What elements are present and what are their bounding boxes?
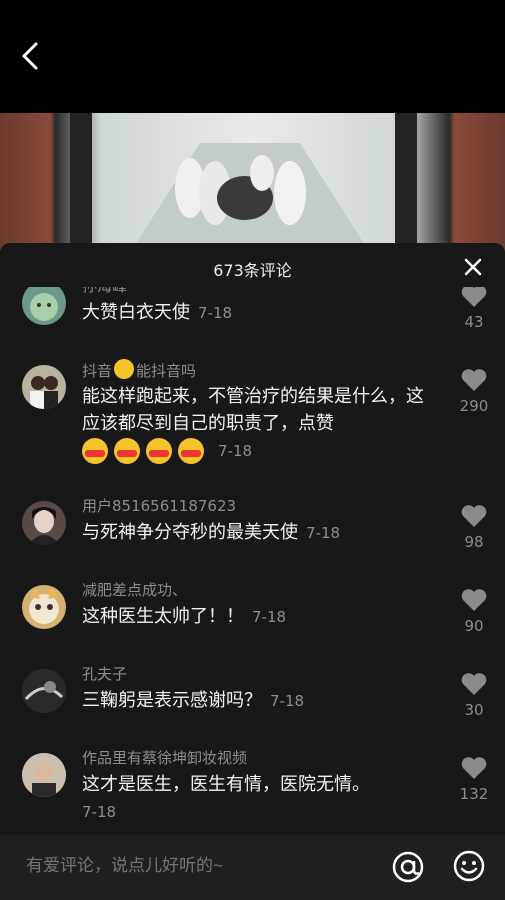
comment-date: 7-18 (218, 442, 253, 460)
like-button[interactable]: 43 (452, 287, 496, 331)
comment-body: 与死神争分夺秒的最美天使 (82, 522, 298, 543)
cheer-emoji-icon (146, 438, 172, 464)
video-frame[interactable] (0, 113, 505, 253)
comment-body: 这才是医生，医生有情，医院无情。 (82, 774, 370, 795)
top-bar (0, 0, 505, 113)
comment-list[interactable]: 孙海峰 大赞白衣天使 7-18 43 抖音能抖音吗 能这样跑起来，不管治疗的结果是… (0, 287, 505, 835)
smile-emoji-icon (114, 359, 135, 379)
comment-text: 三鞠躬是表示感谢吗？ 7-18 (82, 687, 432, 715)
avatar[interactable] (22, 365, 66, 409)
like-count: 290 (459, 397, 489, 415)
close-button[interactable] (461, 255, 485, 279)
comments-count-title: 673条评论 (213, 261, 292, 280)
comment-text: 与死神争分夺秒的最美天使 7-18 (82, 519, 442, 547)
at-icon (392, 851, 424, 883)
back-button[interactable] (14, 38, 50, 74)
comment-body: 这种医生太帅了！！ (82, 606, 244, 627)
like-button[interactable]: 290 (452, 367, 496, 415)
mention-button[interactable] (390, 849, 426, 885)
like-count: 98 (464, 533, 484, 551)
avatar[interactable] (22, 669, 66, 713)
cheer-emoji-icon (178, 438, 204, 464)
like-count: 132 (459, 785, 489, 803)
comment-input[interactable] (24, 855, 388, 877)
heart-icon (461, 287, 487, 307)
like-button[interactable]: 30 (452, 671, 496, 719)
comment-text: 能这样跑起来，不管治疗的结果是什么，这应该都尽到自己的职责了，点赞 7-18 (82, 383, 432, 465)
like-count: 43 (464, 313, 484, 331)
like-count: 30 (464, 701, 484, 719)
heart-icon (461, 369, 487, 391)
comment-username[interactable]: 减肥差点成功、 (82, 579, 187, 600)
comment-username[interactable]: 抖音 能抖音吗 (82, 359, 196, 381)
comment-body: 能这样跑起来，不管治疗的结果是什么，这应该都尽到自己的职责了，点赞 (82, 386, 424, 434)
comment-body: 三鞠躬是表示感谢吗？ (82, 690, 262, 711)
avatar[interactable] (22, 501, 66, 545)
video-scene-image (70, 113, 417, 253)
comment-text: 这种医生太帅了！！ 7-18 (82, 603, 432, 631)
comment-date: 7-18 (82, 803, 117, 821)
avatar[interactable] (22, 753, 66, 797)
comment-date: 7-18 (270, 692, 305, 710)
comment-text: 这才是医生，医生有情，医院无情。 7-18 (82, 771, 442, 826)
comment-username[interactable]: 用户8516561187623 (82, 495, 236, 516)
comment-date: 7-18 (252, 608, 287, 626)
emoji-button[interactable] (452, 849, 486, 883)
heart-icon (461, 505, 487, 527)
like-button[interactable]: 90 (452, 587, 496, 635)
close-icon (464, 258, 482, 276)
like-count: 90 (464, 617, 484, 635)
comment-text: 大赞白衣天使 7-18 (82, 299, 432, 327)
cheer-emoji-icon (114, 438, 140, 464)
comment-input-bar (0, 835, 505, 900)
heart-icon (461, 589, 487, 611)
avatar[interactable] (22, 585, 66, 629)
cheer-emoji-icon (82, 438, 108, 464)
comments-sheet: 673条评论 孙海峰 大赞白衣天使7-18 43 抖音能 (0, 243, 505, 900)
avatar[interactable] (22, 287, 66, 325)
heart-icon (461, 757, 487, 779)
comment-username[interactable]: 孙海峰 (82, 287, 127, 296)
comment-date: 7-18 (306, 524, 341, 542)
comment-body: 大赞白衣天使 (82, 302, 190, 323)
emoji-icon (453, 850, 485, 882)
comment-username[interactable]: 孔夫子 (82, 663, 127, 684)
chevron-left-icon (22, 42, 38, 70)
like-button[interactable]: 98 (452, 503, 496, 551)
heart-icon (461, 673, 487, 695)
comment-date: 7-18 (198, 304, 233, 322)
comment-username[interactable]: 作品里有蔡徐坤卸妆视频 (82, 747, 247, 768)
like-button[interactable]: 132 (452, 755, 496, 803)
